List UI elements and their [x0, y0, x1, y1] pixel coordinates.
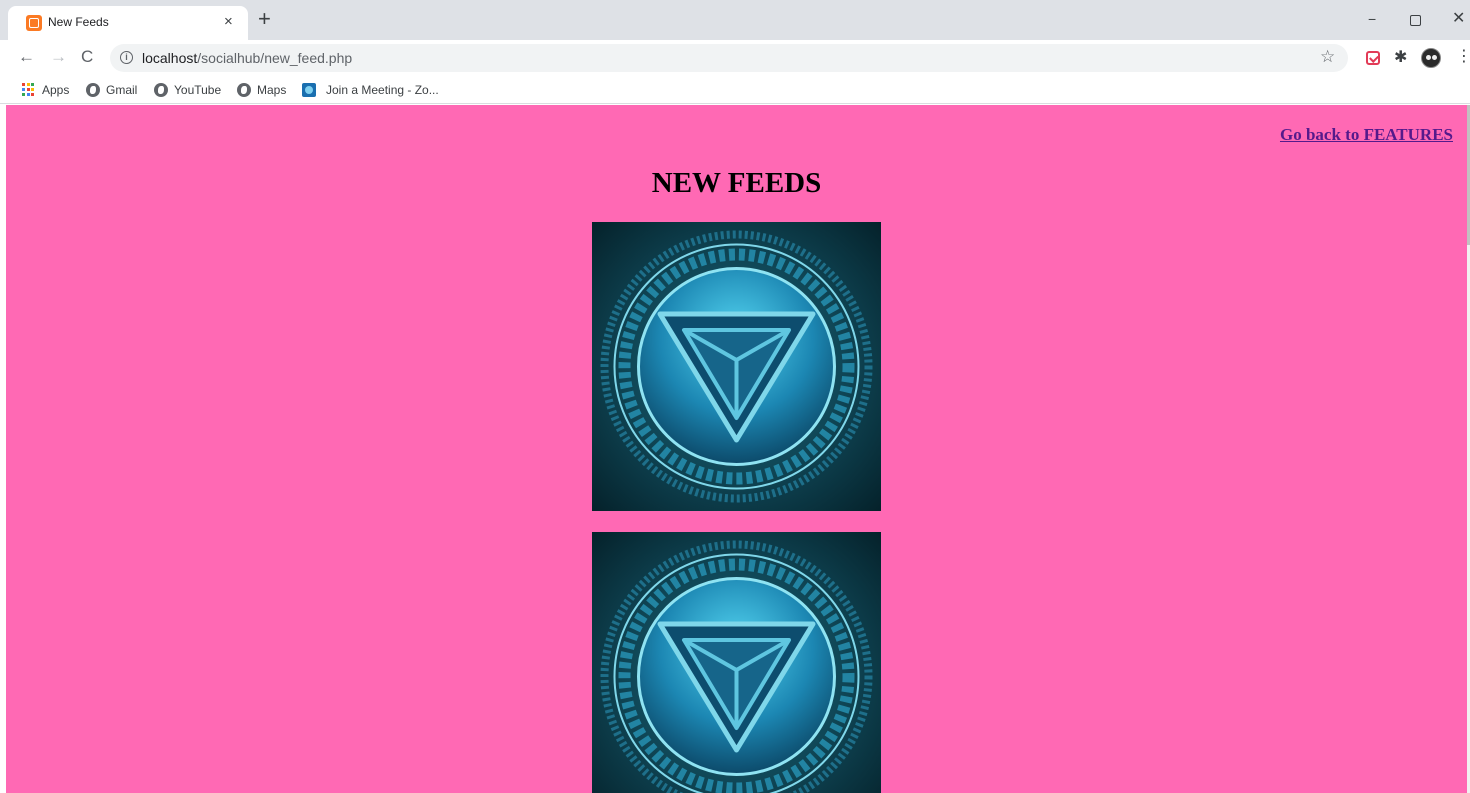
tab-strip: New Feeds × + − ✕ [0, 0, 1470, 40]
url-text[interactable]: localhost/socialhub/new_feed.php [142, 50, 352, 66]
globe-icon [237, 83, 251, 97]
browser-toolbar: ← → C i localhost/socialhub/new_feed.php… [0, 40, 1470, 76]
feed-image [592, 222, 881, 511]
address-bar[interactable]: i localhost/socialhub/new_feed.php [110, 44, 1348, 72]
new-tab-button[interactable]: + [258, 8, 271, 30]
globe-icon [86, 83, 100, 97]
site-info-icon[interactable]: i [120, 51, 133, 64]
reload-button[interactable]: C [81, 47, 93, 67]
menu-kebab-icon[interactable]: ⋮ [1456, 47, 1470, 67]
back-to-features-link[interactable]: Go back to FEATURES [1280, 125, 1453, 145]
pocket-extension-icon[interactable] [1366, 51, 1380, 65]
page-body: Go back to FEATURES NEW FEEDS [6, 105, 1467, 793]
page-title: NEW FEEDS [651, 167, 822, 199]
tab-title: New Feeds [48, 15, 109, 29]
tab-close-icon[interactable]: × [224, 12, 233, 32]
feed-image [592, 532, 881, 793]
back-button[interactable]: ← [18, 47, 35, 67]
triangle-emblem-image [592, 222, 881, 511]
forward-button[interactable]: → [50, 47, 67, 67]
extensions-puzzle-icon[interactable]: ✱ [1394, 48, 1407, 68]
profile-avatar[interactable] [1421, 48, 1441, 68]
bookmark-star-icon[interactable]: ☆ [1320, 47, 1335, 67]
bookmarks-bar: Apps Gmail YouTube Maps Join a Meeting -… [0, 76, 1470, 104]
browser-tab-active[interactable]: New Feeds × [8, 6, 248, 40]
globe-icon [154, 83, 168, 97]
close-window-button[interactable]: ✕ [1452, 10, 1465, 28]
maximize-button[interactable] [1410, 15, 1421, 26]
triangle-emblem-image [592, 532, 881, 793]
apps-grid-icon [22, 83, 36, 97]
minimize-button[interactable]: − [1368, 10, 1376, 28]
zoom-icon [302, 83, 316, 97]
xampp-icon [26, 15, 42, 31]
